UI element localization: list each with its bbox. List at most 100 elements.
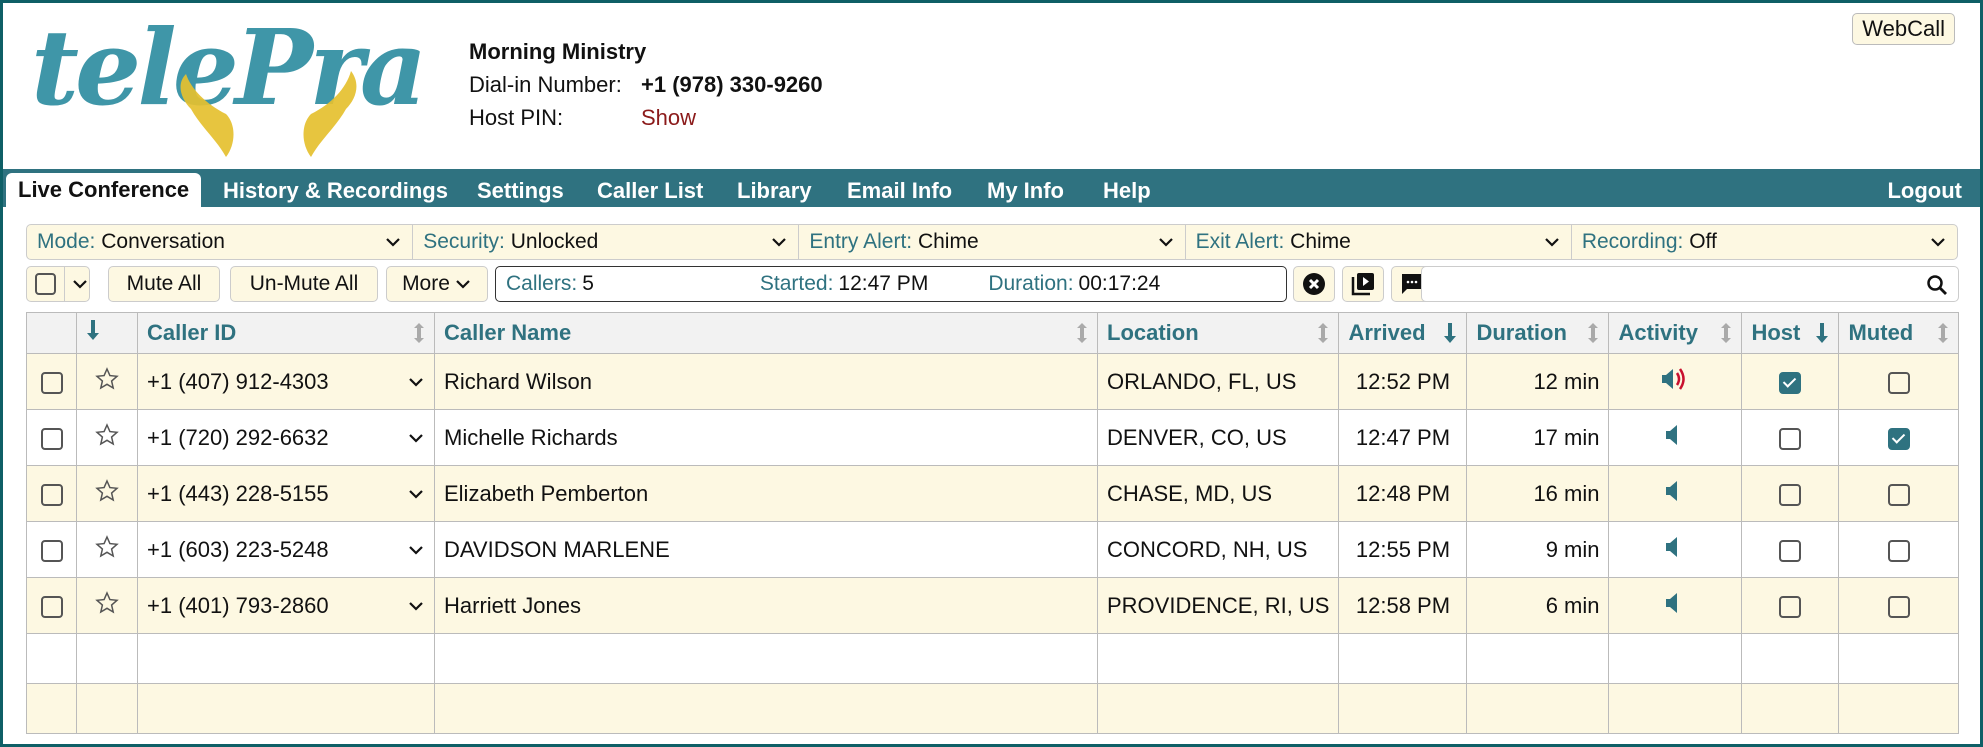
row-select-checkbox[interactable] (40, 539, 63, 562)
host-header-label: Host (1751, 320, 1801, 345)
empty-cell (1466, 683, 1610, 734)
mode-select[interactable]: Mode: Conversation (27, 225, 414, 259)
star-icon[interactable] (95, 422, 119, 447)
caller-id: +1 (407) 912-4303 (147, 368, 329, 394)
muted-checkbox[interactable] (1887, 427, 1910, 450)
caller-location: CHASE, MD, US (1107, 480, 1273, 506)
exit-alert-select[interactable]: Exit Alert: Chime (1186, 225, 1572, 259)
tab-settings[interactable]: Settings (465, 176, 576, 207)
entry-alert-select[interactable]: Entry Alert: Chime (799, 225, 1186, 259)
tab-my-info[interactable]: My Info (975, 176, 1076, 207)
select-all-checkbox[interactable] (35, 273, 56, 295)
empty-cell (1608, 683, 1743, 734)
mode-value: Conversation (101, 230, 225, 253)
tab-library[interactable]: Library (725, 176, 824, 207)
caller-id-header[interactable]: Caller ID (137, 312, 435, 354)
empty-cell (1096, 683, 1340, 734)
caller-id: +1 (720) 292-6632 (147, 424, 329, 450)
unmute-all-button[interactable]: Un-Mute All (230, 266, 378, 302)
host-checkbox[interactable] (1779, 595, 1802, 618)
more-label: More (402, 272, 450, 295)
speaker-icon (1666, 480, 1678, 501)
mute-all-button[interactable]: Mute All (108, 266, 220, 302)
host-header[interactable]: Host (1741, 312, 1840, 354)
activity-header-label: Activity (1618, 320, 1698, 345)
callers-label: Callers: (506, 272, 578, 295)
caller-name-header[interactable]: Caller Name (434, 312, 1098, 354)
mode-label: Mode: (37, 230, 96, 253)
activity-cell (1608, 353, 1743, 410)
row-select-checkbox[interactable] (40, 427, 63, 450)
webcall-button[interactable]: WebCall (1852, 13, 1955, 45)
caller-location: ORLANDO, FL, US (1107, 368, 1297, 394)
empty-cell (1741, 683, 1840, 734)
favorite-column-header[interactable] (76, 312, 138, 354)
caller-name: DAVIDSON MARLENE (444, 536, 670, 562)
recording-select[interactable]: Recording: Off (1572, 225, 1957, 259)
table-row[interactable]: +1 (443) 228-5155 Elizabeth Pemberton CHAS… (26, 465, 1960, 522)
show-pin-link[interactable]: Show (641, 101, 696, 134)
table-row[interactable]: +1 (603) 223-5248 DAVIDSON MARLENE CONCORD… (26, 521, 1960, 578)
search-icon[interactable] (1926, 274, 1948, 296)
muted-checkbox[interactable] (1887, 371, 1910, 394)
security-select[interactable]: Security: Unlocked (413, 225, 800, 259)
tab-live-conference[interactable]: Live Conference (6, 173, 202, 207)
muted-checkbox[interactable] (1887, 539, 1910, 562)
star-icon[interactable] (95, 366, 119, 391)
tab-email-info[interactable]: Email Info (835, 176, 964, 207)
tab-help[interactable]: Help (1091, 176, 1163, 207)
more-button[interactable]: More (386, 266, 488, 302)
table-row[interactable]: +1 (720) 292-6632 Michelle Richards DENVER… (26, 409, 1960, 466)
star-icon[interactable] (95, 590, 119, 615)
exit-alert-value: Chime (1290, 230, 1351, 253)
caller-id-cell[interactable]: +1 (603) 223-5248 (137, 521, 435, 578)
star-icon[interactable] (95, 534, 119, 559)
host-checkbox[interactable] (1779, 539, 1802, 562)
call-duration: 6 min (1545, 592, 1600, 618)
row-select-checkbox[interactable] (40, 483, 63, 506)
duration-cell: 9 min (1466, 521, 1610, 578)
muted-checkbox[interactable] (1887, 483, 1910, 506)
muted-checkbox[interactable] (1887, 595, 1910, 618)
dialin-label: Dial-in Number: (469, 72, 622, 97)
location-cell: CHASE, MD, US (1096, 465, 1340, 522)
empty-cell (1338, 633, 1468, 684)
tab-caller-list[interactable]: Caller List (585, 176, 715, 207)
duration-cell: 12 min (1466, 353, 1610, 410)
host-checkbox[interactable] (1779, 427, 1802, 450)
caller-id-cell[interactable]: +1 (401) 793-2860 (137, 577, 435, 634)
caller-name-cell: Harriett Jones (434, 577, 1098, 634)
arrived-header-label: Arrived (1348, 320, 1426, 345)
search-input[interactable] (1421, 266, 1959, 302)
row-select-checkbox[interactable] (40, 371, 63, 394)
muted-header[interactable]: Muted (1838, 312, 1960, 354)
arrived-header[interactable]: Arrived (1338, 312, 1468, 354)
host-checkbox[interactable] (1779, 483, 1802, 506)
star-icon[interactable] (95, 478, 119, 503)
location-header[interactable]: Location (1096, 312, 1340, 354)
table-row[interactable]: +1 (401) 793-2860 Harriett Jones PROVIDENC… (26, 577, 1960, 634)
duration-cell: 16 min (1466, 465, 1610, 522)
caller-id: +1 (401) 793-2860 (147, 592, 329, 618)
sort-both-icon (414, 323, 424, 343)
tab-history-recordings[interactable]: History & Recordings (211, 176, 460, 207)
activity-cell (1608, 409, 1743, 466)
table-row[interactable]: +1 (407) 912-4303 Richard Wilson ORLANDO, … (26, 353, 1960, 410)
empty-cell (76, 633, 138, 684)
host-checkbox[interactable] (1779, 371, 1802, 394)
caller-id-cell[interactable]: +1 (407) 912-4303 (137, 353, 435, 410)
host-cell (1741, 577, 1840, 634)
location-header-label: Location (1107, 320, 1199, 345)
caller-id-cell[interactable]: +1 (720) 292-6632 (137, 409, 435, 466)
playlist-button[interactable] (1342, 266, 1384, 302)
dialin-number: +1 (978) 330-9260 (641, 72, 823, 97)
row-select-checkbox[interactable] (40, 595, 63, 618)
logout-link[interactable]: Logout (1875, 176, 1974, 207)
activity-header[interactable]: Activity (1608, 312, 1743, 354)
recording-label: Recording: (1581, 230, 1684, 253)
caller-id-cell[interactable]: +1 (443) 228-5155 (137, 465, 435, 522)
app-frame: telePray Morning Ministry Dial-in Number… (3, 3, 1980, 744)
end-conference-button[interactable] (1293, 266, 1335, 302)
select-all-dropdown[interactable] (26, 266, 90, 302)
duration-header[interactable]: Duration (1466, 312, 1610, 354)
